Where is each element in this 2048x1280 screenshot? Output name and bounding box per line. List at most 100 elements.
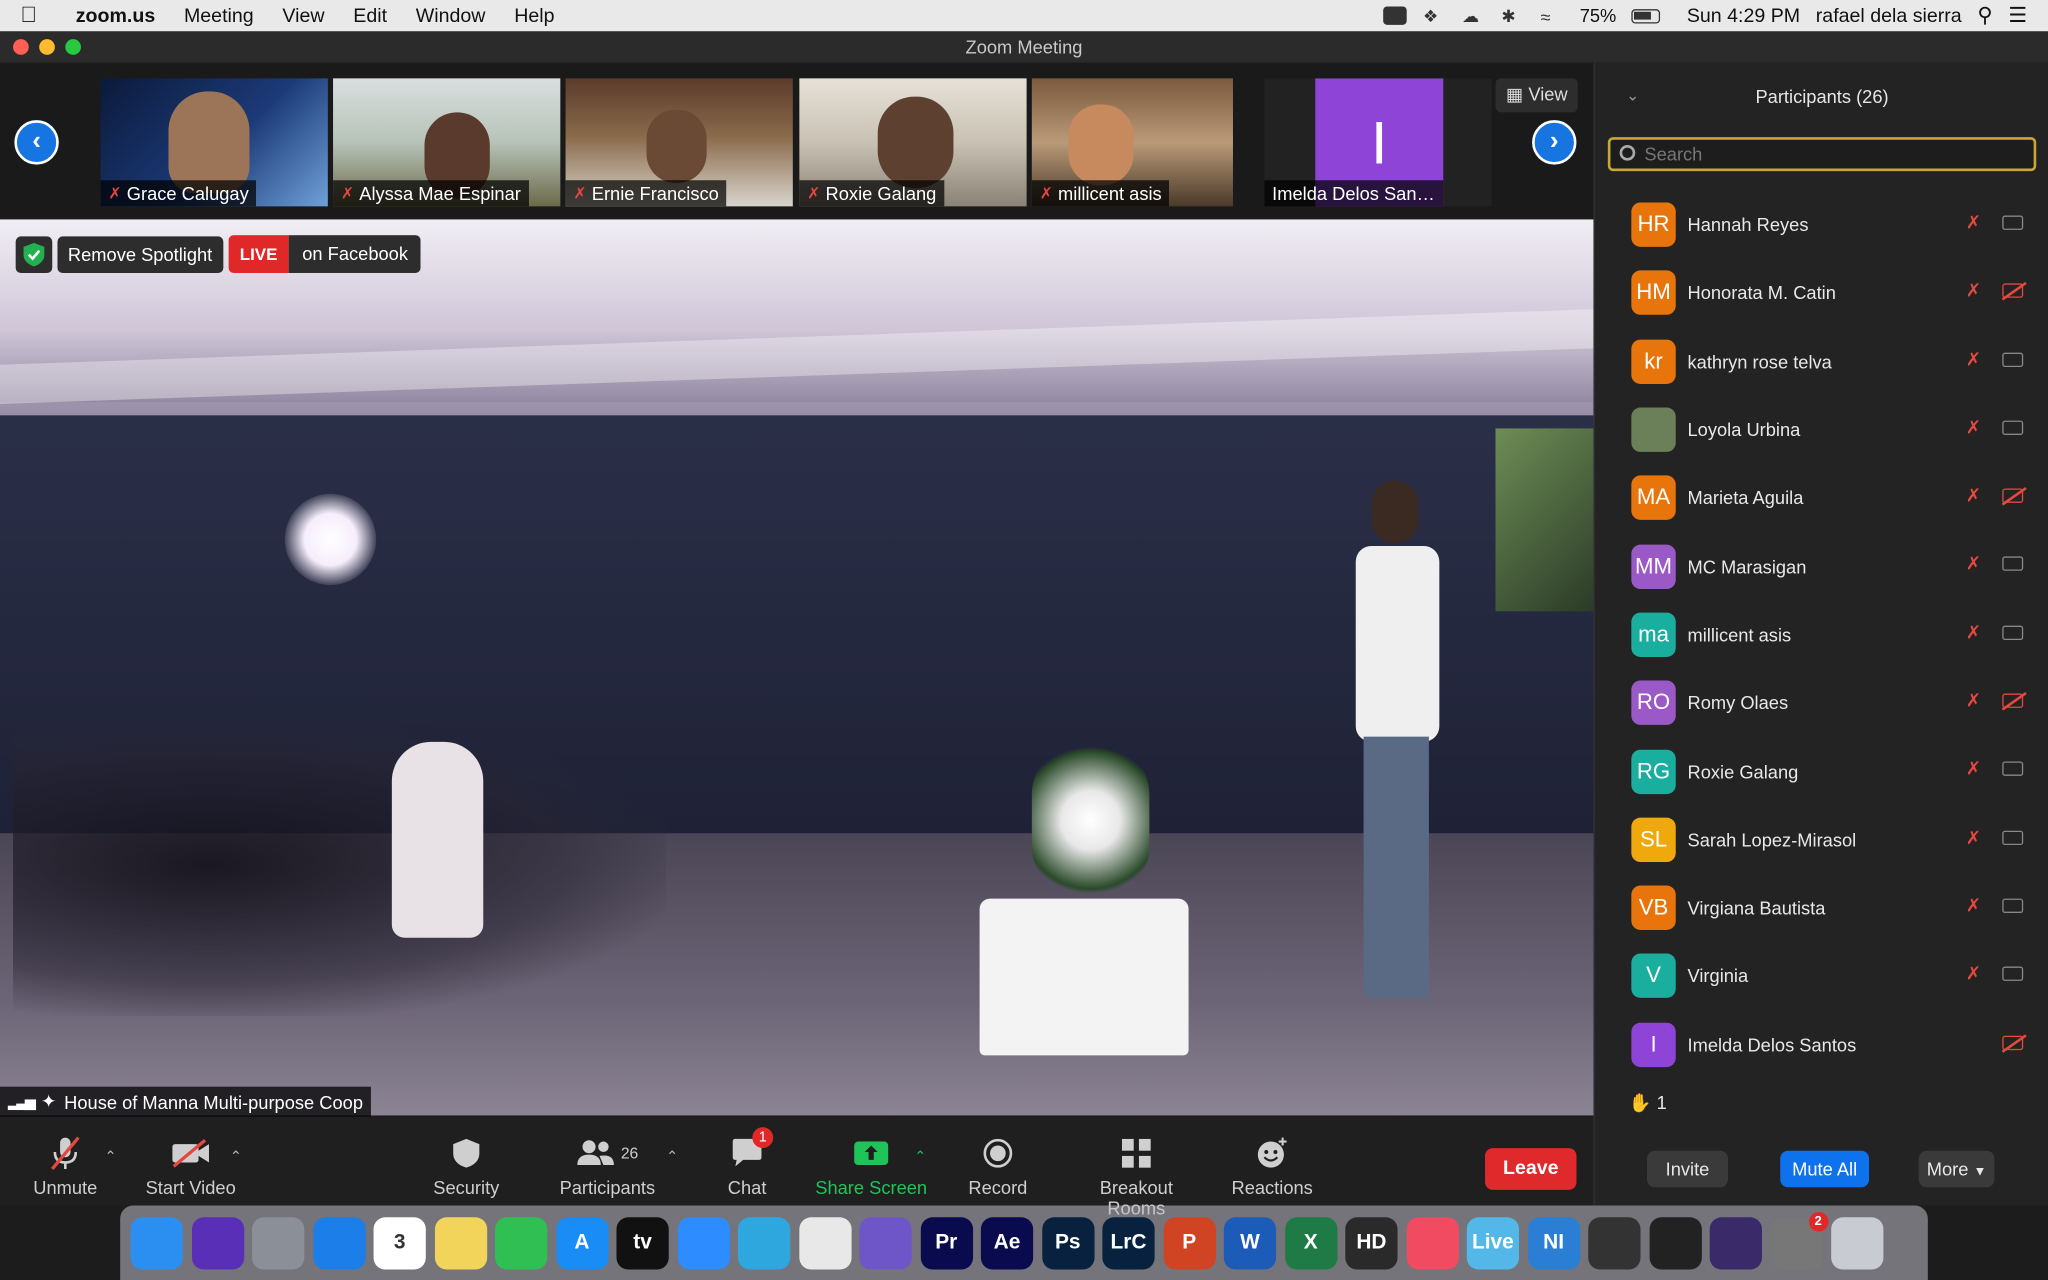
waveform-app-icon[interactable] [1588, 1216, 1641, 1269]
participant-row[interactable]: HR Hannah Reyes ✗ [1595, 191, 2048, 259]
participant-row[interactable]: RG Roxie Galang ✗ [1595, 737, 2048, 805]
participant-name: MC Marasigan [1687, 555, 1807, 577]
ni-app-app-icon[interactable]: NI [1527, 1216, 1580, 1269]
share-options-caret-icon[interactable]: ⌃ [914, 1148, 926, 1165]
dropbox-icon[interactable]: ❖ [1423, 7, 1447, 27]
video-tile[interactable]: ✗ millicent asis [1031, 78, 1233, 207]
video-tile[interactable]: ✗ Roxie Galang [799, 78, 1027, 207]
participants-button[interactable]: 26 Participants [556, 1135, 658, 1198]
invite-button[interactable]: Invite [1647, 1150, 1728, 1188]
participant-search-input[interactable]: Search [1607, 137, 2037, 172]
menu-window[interactable]: Window [401, 5, 499, 27]
launchpad-app-icon[interactable] [252, 1216, 305, 1269]
chevron-down-icon: ▼ [1973, 1165, 1987, 1180]
siri-app-icon[interactable] [191, 1216, 244, 1269]
bluetooth-icon[interactable]: ✱ [1501, 7, 1525, 27]
word-app-icon[interactable]: W [1223, 1216, 1277, 1269]
participant-row[interactable]: ma millicent asis ✗ [1595, 601, 2048, 669]
participant-row[interactable]: SL Sarah Lopez-Mirasol ✗ [1595, 805, 2048, 873]
participant-row[interactable]: I Imelda Delos Santos [1595, 1010, 2048, 1078]
menu-meeting[interactable]: Meeting [170, 5, 268, 27]
mute-all-button[interactable]: Mute All [1780, 1150, 1870, 1188]
reactions-label: Reactions [1231, 1176, 1313, 1198]
participant-row[interactable]: RO Romy Olaes ✗ [1595, 669, 2048, 737]
video-tile[interactable]: ✗ Ernie Francisco [565, 78, 793, 207]
video-options-caret-icon[interactable]: ⌃ [230, 1148, 242, 1165]
app-store-app-icon[interactable]: A [555, 1216, 608, 1269]
apple-icon[interactable]:  [0, 3, 57, 29]
next-page-button[interactable]: › [1532, 120, 1577, 165]
calendar-app-icon[interactable]: 3 [373, 1216, 426, 1269]
menu-view[interactable]: View [268, 5, 339, 27]
video-tile[interactable]: I Imelda Delos San… [1264, 78, 1492, 207]
notes-app-icon[interactable] [434, 1216, 487, 1269]
unmute-button[interactable]: Unmute [31, 1135, 99, 1198]
battery-icon[interactable] [1631, 8, 1661, 23]
menu-help[interactable]: Help [500, 5, 569, 27]
control-center-icon[interactable]: ☰ [2008, 3, 2027, 29]
zoom-window-button[interactable] [65, 39, 81, 55]
participant-name: Romy Olaes [1687, 692, 1789, 714]
reactions-button[interactable]: Reactions [1230, 1135, 1314, 1198]
share-screen-icon [854, 1141, 889, 1166]
more-button[interactable]: More ▼ [1918, 1150, 1995, 1188]
participant-row[interactable]: kr kathryn rose telva ✗ [1595, 327, 2048, 395]
powerpoint-app-icon[interactable]: P [1163, 1216, 1216, 1269]
mic-muted-icon [50, 1136, 80, 1171]
encryption-shield-icon[interactable] [15, 235, 53, 273]
finder-app-icon[interactable] [130, 1216, 183, 1269]
participant-row[interactable]: V Virginia ✗ [1595, 942, 2048, 1010]
chrome-app-icon[interactable] [798, 1216, 851, 1269]
record-button[interactable]: Record [967, 1135, 1030, 1198]
apple-tv-app-icon[interactable]: tv [616, 1216, 669, 1269]
wifi-icon[interactable]: ≈ [1541, 7, 1565, 28]
premiere-app-label: Pr [935, 1231, 958, 1254]
leave-button[interactable]: Leave [1485, 1148, 1577, 1190]
hd-video-app-icon[interactable]: HD [1345, 1216, 1398, 1269]
zoom-app-icon[interactable] [677, 1216, 730, 1269]
video-tile[interactable]: ✗ Grace Calugay [100, 78, 328, 207]
user-name[interactable]: rafael dela sierra [1816, 5, 1962, 27]
safari-app-icon[interactable] [312, 1216, 366, 1269]
menu-app-name[interactable]: zoom.us [57, 5, 169, 27]
action-app-app-icon[interactable] [1709, 1216, 1762, 1269]
participant-row[interactable]: HM Honorata M. Catin ✗ [1595, 259, 2048, 327]
video-tile[interactable]: ✗ Alyssa Mae Espinar [333, 78, 561, 207]
creative-cloud-icon[interactable]: ☁ [1462, 7, 1486, 27]
participant-row[interactable]: MM MC Marasigan ✗ [1595, 532, 2048, 600]
chat-button[interactable]: 1 Chat [721, 1127, 774, 1198]
system-preferences-app-icon[interactable]: 2 [1770, 1211, 1828, 1269]
trash-app-icon[interactable] [1831, 1216, 1884, 1269]
live-app-icon[interactable]: Live [1466, 1216, 1520, 1269]
participant-row[interactable]: Loyola Urbina ✗ [1595, 396, 2048, 464]
music-app-icon[interactable] [1406, 1216, 1459, 1269]
security-button[interactable]: Security [431, 1135, 502, 1198]
audio-options-caret-icon[interactable]: ⌃ [104, 1148, 116, 1165]
final-cut-app-icon[interactable] [1648, 1216, 1702, 1269]
share-screen-button[interactable]: Share Screen [815, 1135, 927, 1198]
torrent-app-icon[interactable] [859, 1216, 912, 1269]
close-window-button[interactable] [13, 39, 29, 55]
participant-row[interactable]: VB Virgiana Bautista ✗ [1595, 874, 2048, 942]
participants-caret-icon[interactable]: ⌃ [666, 1148, 678, 1165]
lightroom-classic-app-icon[interactable]: LrC [1102, 1216, 1155, 1269]
photoshop-app-icon[interactable]: Ps [1041, 1216, 1094, 1269]
spotlight-search-icon[interactable]: ⚲ [1977, 3, 1992, 29]
zoom-status-icon[interactable] [1383, 6, 1408, 25]
live-target-label: on Facebook [289, 235, 422, 273]
prev-page-button[interactable]: ‹ [14, 120, 59, 165]
minimize-window-button[interactable] [39, 39, 55, 55]
remove-spotlight-button[interactable]: Remove Spotlight [57, 235, 223, 273]
menu-edit[interactable]: Edit [339, 5, 402, 27]
premiere-app-icon[interactable]: Pr [920, 1216, 973, 1269]
live-streaming-badge[interactable]: LIVE on Facebook [227, 235, 422, 273]
telegram-app-icon[interactable] [737, 1216, 791, 1269]
facetime-app-icon[interactable] [495, 1216, 548, 1269]
clock[interactable]: Sun 4:29 PM [1687, 5, 1800, 27]
excel-app-icon[interactable]: X [1284, 1216, 1337, 1269]
after-effects-app-icon[interactable]: Ae [980, 1216, 1034, 1269]
view-button[interactable]: ▦ View [1495, 78, 1579, 113]
start-video-button[interactable]: Start Video [141, 1135, 240, 1198]
participant-row[interactable]: MA Marieta Aguila ✗ [1595, 464, 2048, 532]
hd-video-app-label: HD [1356, 1231, 1387, 1254]
